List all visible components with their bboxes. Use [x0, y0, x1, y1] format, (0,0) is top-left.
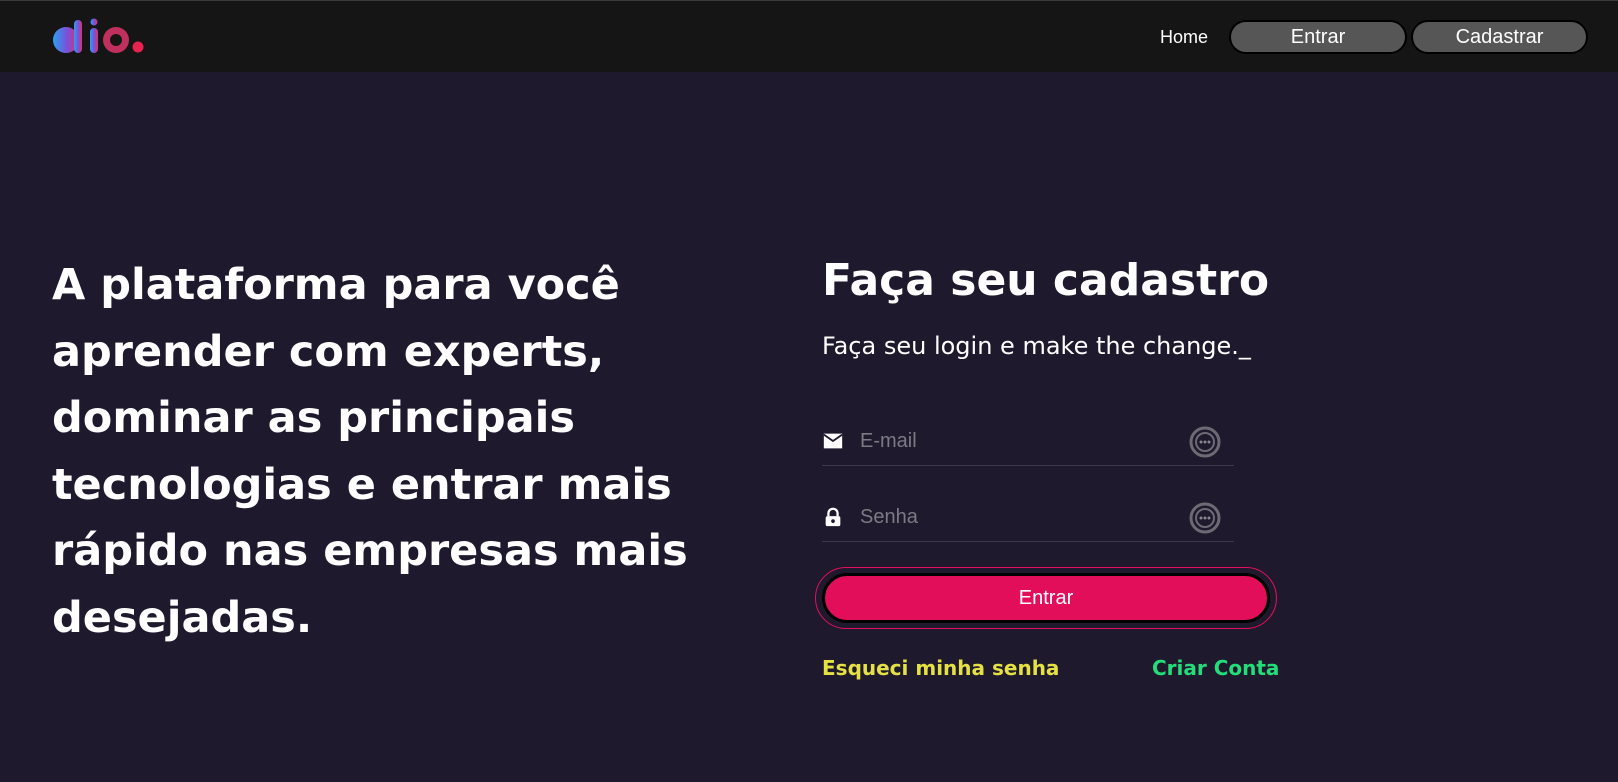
email-input[interactable]: [860, 422, 1160, 460]
password-input[interactable]: [860, 498, 1160, 536]
nav-signup-button[interactable]: Cadastrar: [1411, 20, 1588, 54]
password-manager-icon[interactable]: [1188, 425, 1222, 459]
email-field: [822, 420, 1234, 466]
forgot-password-link[interactable]: Esqueci minha senha: [822, 656, 1059, 680]
submit-focus-ring: Entrar: [815, 567, 1277, 629]
submit-login-button[interactable]: Entrar: [822, 573, 1270, 623]
password-manager-icon[interactable]: [1188, 501, 1222, 535]
lock-icon: [825, 507, 841, 527]
form-subtitle: Faça seu login e make the change._: [822, 332, 1251, 360]
hero-headline: A plataforma para você aprender com expe…: [52, 260, 688, 643]
create-account-link[interactable]: Criar Conta: [1152, 656, 1279, 680]
password-field: [822, 496, 1234, 542]
form-title: Faça seu cadastro: [822, 255, 1270, 306]
mail-icon: [823, 433, 843, 449]
top-navbar: Home Entrar Cadastrar: [0, 0, 1618, 72]
dio-logo[interactable]: [52, 18, 152, 58]
nav-login-button[interactable]: Entrar: [1229, 20, 1407, 54]
nav-home-link[interactable]: Home: [1160, 27, 1208, 48]
